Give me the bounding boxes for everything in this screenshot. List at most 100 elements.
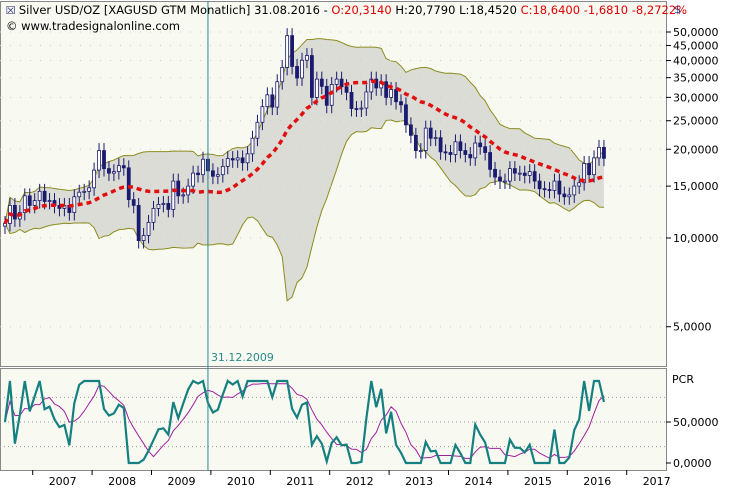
candle — [220, 165, 225, 176]
candle — [498, 176, 502, 182]
candle — [557, 180, 562, 195]
candle — [27, 195, 32, 206]
x-tick-label: 2013 — [405, 475, 433, 488]
candle — [107, 168, 111, 174]
candle — [191, 172, 196, 187]
candle — [265, 94, 270, 108]
candle — [517, 172, 522, 175]
copyright: © www.tradesignalonline.com — [6, 19, 180, 33]
dash: - — [323, 3, 328, 17]
x-tick-label: 2016 — [583, 475, 611, 488]
y-tick-label: 45,0000 — [673, 39, 719, 52]
x-tick-label: 2014 — [465, 475, 493, 488]
candle — [453, 141, 458, 155]
open-value: O:20,3140 — [331, 3, 392, 17]
candle — [478, 142, 483, 148]
candle — [136, 205, 141, 241]
candle — [314, 78, 319, 98]
candle — [433, 137, 438, 140]
y-tick-label: 10,0000 — [673, 232, 719, 245]
y-tick-label: 25,0000 — [673, 115, 719, 128]
change-pct-value: -8,2722% — [631, 3, 688, 17]
y-tick-label: 40,0000 — [673, 55, 719, 68]
candle — [225, 158, 230, 167]
low-value: L:18,4520 — [459, 3, 517, 17]
candle — [577, 182, 582, 187]
candle — [359, 107, 364, 110]
candle — [210, 170, 215, 177]
candle — [552, 180, 557, 191]
candle — [270, 94, 275, 108]
candle — [339, 78, 344, 88]
candle — [399, 101, 403, 106]
chart-window: 50,0000 45,0000 40,0000 35,0000 30,0000 25,00… — [0, 0, 734, 489]
candle — [334, 78, 339, 85]
candle — [186, 185, 191, 196]
candle — [235, 157, 240, 161]
candle — [151, 208, 156, 223]
candle — [77, 191, 82, 198]
candle — [483, 146, 488, 153]
candle — [255, 121, 260, 139]
y-tick-label: 20,0000 — [673, 143, 719, 156]
candle — [567, 194, 572, 198]
candle — [121, 165, 126, 169]
candle — [131, 199, 136, 206]
candle — [597, 146, 601, 159]
y-tick-label: 5,0000 — [673, 321, 712, 334]
candle — [522, 172, 527, 176]
candle — [408, 124, 413, 136]
y-tick-label: 15,0000 — [673, 180, 719, 193]
candle — [141, 235, 146, 241]
candle — [468, 154, 473, 159]
candle — [547, 189, 552, 191]
candle — [260, 106, 265, 123]
candle — [97, 150, 101, 171]
candle — [305, 55, 309, 61]
candle — [42, 190, 47, 202]
candle — [423, 127, 428, 151]
candle — [126, 167, 131, 200]
candle — [196, 172, 200, 176]
candle — [503, 180, 507, 183]
candle — [463, 150, 468, 155]
candle — [161, 203, 166, 205]
candle — [290, 35, 295, 67]
candle — [176, 180, 181, 197]
date-marker-label: 31.12.2009 — [211, 351, 274, 364]
x-tick-label: 2011 — [286, 475, 314, 488]
candle — [458, 141, 463, 151]
candle — [428, 127, 433, 139]
candle — [230, 158, 235, 161]
close-value: C:18,6400 — [520, 3, 581, 17]
date-label: 31.08.2016 — [254, 3, 320, 17]
candle — [324, 85, 329, 106]
candle — [448, 152, 453, 155]
candle — [349, 91, 354, 109]
candle — [473, 142, 478, 159]
candle — [413, 134, 418, 151]
candle — [250, 137, 255, 155]
candle — [280, 67, 285, 83]
candle — [364, 91, 369, 109]
candle — [300, 59, 304, 79]
candle — [166, 203, 171, 210]
candle — [181, 194, 186, 197]
candle — [488, 152, 493, 170]
candle — [285, 35, 290, 68]
chart-header: ⮽ Silver USD/OZ [XAGUSD GTM Monatlich] 3… — [6, 3, 687, 18]
x-tick-label: 2012 — [346, 475, 374, 488]
x-tick-label: 2009 — [168, 475, 196, 488]
candle — [116, 165, 121, 172]
candle — [112, 171, 116, 174]
candle — [245, 153, 250, 164]
candle — [512, 168, 517, 174]
candle — [82, 190, 87, 193]
candle — [572, 185, 577, 196]
candle — [47, 200, 52, 202]
x-tick-label: 2015 — [524, 475, 552, 488]
symbol-icon: ⮽ — [6, 3, 16, 17]
candle — [389, 89, 394, 98]
candle — [527, 171, 532, 176]
candle — [295, 66, 299, 79]
